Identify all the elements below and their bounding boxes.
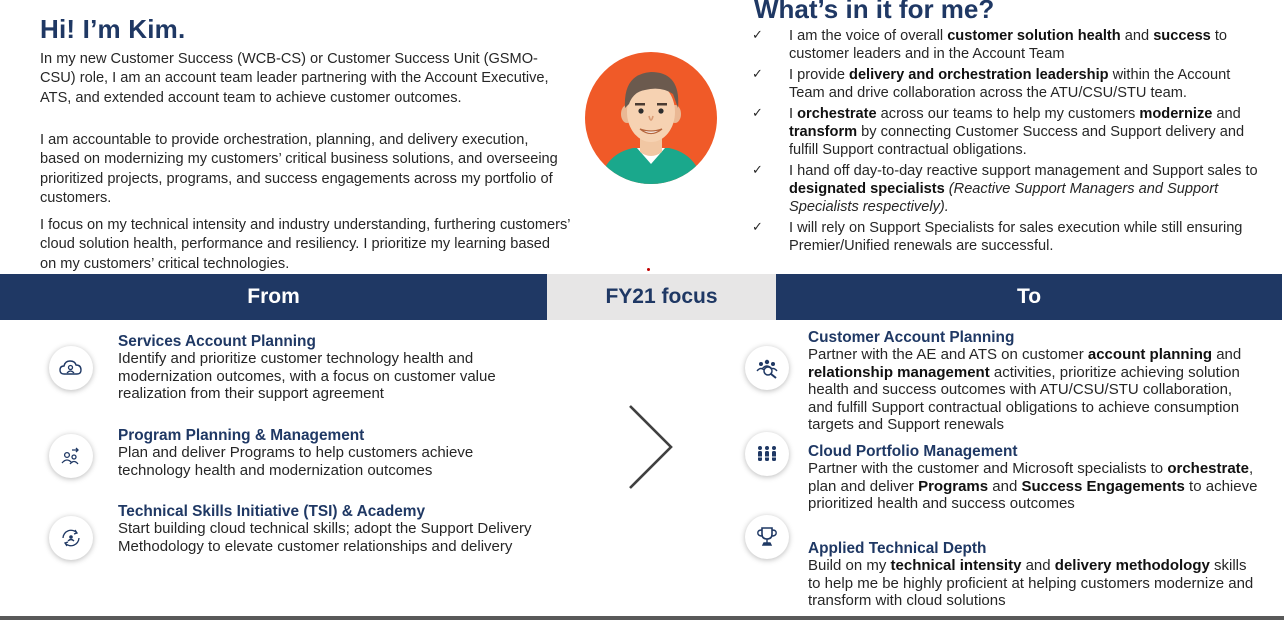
item-body: Build on my technical intensity and deli… [808,557,1254,610]
person-avatar-icon [585,52,717,184]
to-header-band: To [776,274,1282,320]
item-body: Identify and prioritize customer technol… [118,350,496,403]
check-icon: ✓ [752,67,763,82]
to-item-cloud-portfolio: Cloud Portfolio Management Partner with … [808,443,1258,513]
check-icon: ✓ [752,28,763,43]
item-body: Partner with the AE and ATS on customer … [808,346,1242,434]
decorative-dot [647,268,650,271]
to-header-label: To [1016,285,1042,308]
item-title: Customer Account Planning [808,329,1015,346]
team-search-icon [745,346,789,390]
fy21-focus-label: FY21 focus [605,285,718,308]
item-title: Cloud Portfolio Management [808,443,1018,460]
item-body: Plan and deliver Programs to help custom… [118,444,474,479]
trophy-icon [745,515,789,559]
from-item-services-account-planning: Services Account Planning Identify and p… [118,333,538,403]
to-item-customer-account-planning: Customer Account Planning Partner with t… [808,329,1258,433]
group-icon [745,432,789,476]
check-icon: ✓ [752,220,763,235]
fy21-focus-band: FY21 focus [547,274,776,320]
intro-paragraph-accountable: I am accountable to provide orchestratio… [40,132,558,207]
greeting-title: Hi! I’m Kim. [40,14,186,44]
bottom-divider [0,616,1284,620]
from-item-technical-skills: Technical Skills Initiative (TSI) & Acad… [118,503,538,555]
intro-paragraph-role: In my new Customer Success (WCB-CS) or C… [40,51,549,106]
benefits-title: What’s in it for me? [754,0,995,24]
from-header-label: From [247,285,300,308]
skills-cycle-icon [49,516,93,560]
to-item-applied-technical-depth: Applied Technical Depth Build on my tech… [808,540,1258,610]
item-title: Technical Skills Initiative (TSI) & Acad… [118,503,426,520]
from-item-program-planning: Program Planning & Management Plan and d… [118,427,538,479]
item-title: Applied Technical Depth [808,540,987,557]
people-arrow-icon [49,434,93,478]
check-icon: ✓ [752,163,763,178]
from-header-band: From [0,274,547,320]
chevron-right-icon [629,405,673,489]
item-body: Start building cloud technical skills; a… [118,520,532,555]
cloud-user-icon [49,346,93,390]
check-icon: ✓ [752,106,763,121]
item-title: Services Account Planning [118,333,316,350]
item-body: Partner with the customer and Microsoft … [808,460,1258,513]
item-title: Program Planning & Management [118,427,365,444]
intro-paragraph-focus: I focus on my technical intensity and in… [40,217,570,272]
